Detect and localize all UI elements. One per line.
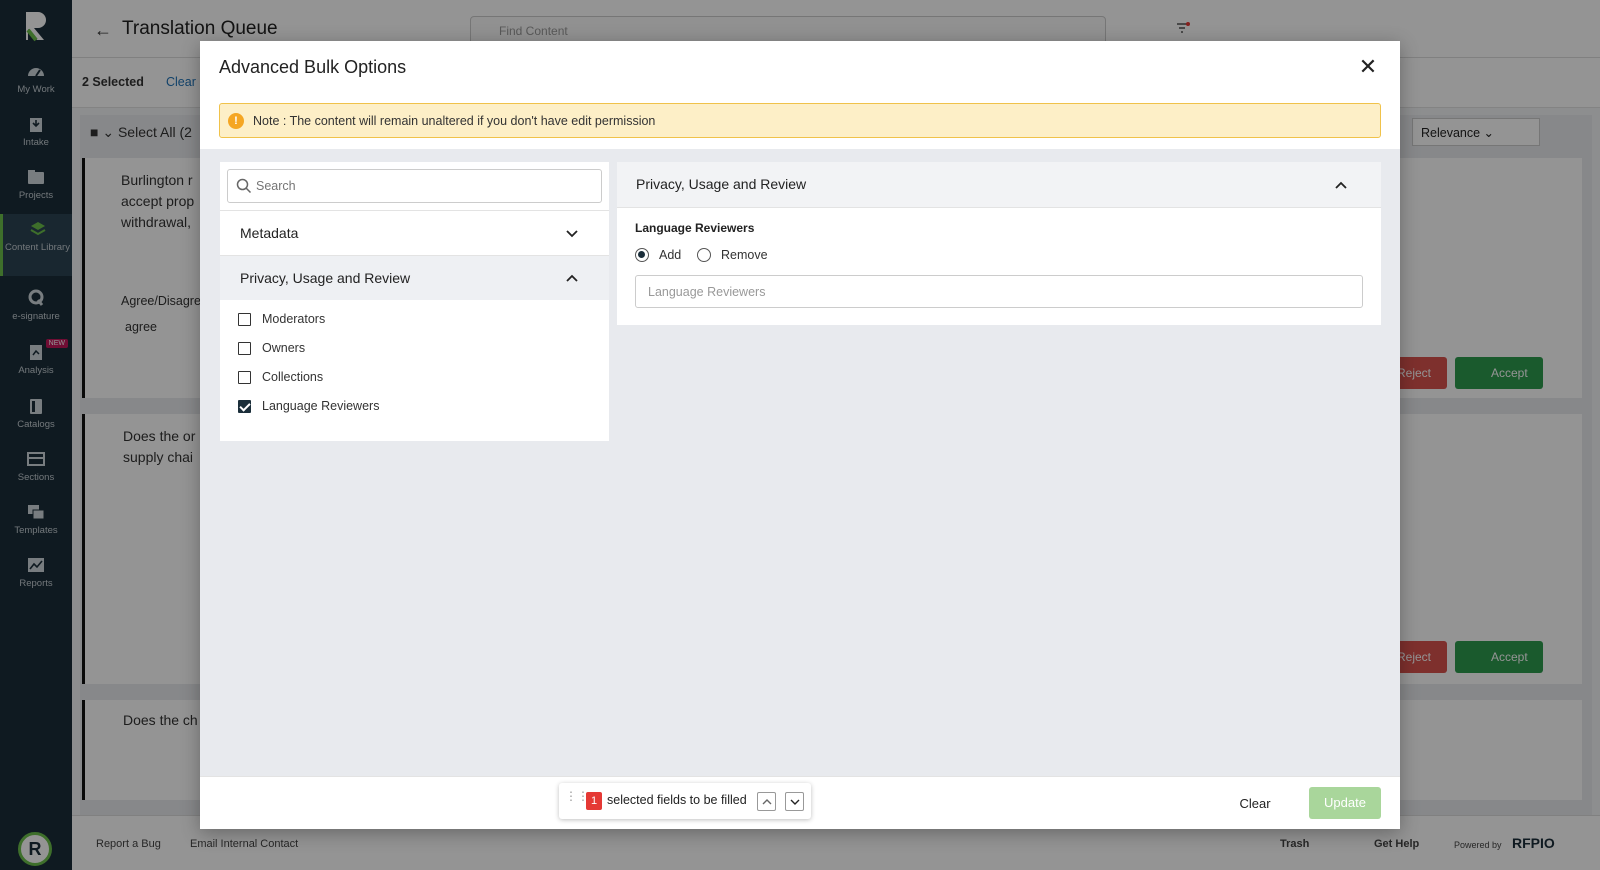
modal-title: Advanced Bulk Options — [219, 57, 407, 77]
radio-selected[interactable] — [635, 248, 649, 262]
radio[interactable] — [697, 248, 711, 262]
modal-header: Advanced Bulk Options ✕ — [200, 41, 1400, 95]
selected-fields-text: selected fields to be filled — [607, 793, 747, 807]
modal-footer: ⋮⋮ 1 selected fields to be filled Clear … — [200, 776, 1400, 829]
selected-fields-count: 1 — [586, 792, 602, 810]
section-label: Metadata — [240, 225, 299, 241]
chevron-down-icon — [790, 799, 800, 805]
checkbox[interactable] — [238, 342, 251, 355]
search-icon — [236, 178, 252, 194]
note-text: Note : The content will remain unaltered… — [253, 114, 656, 128]
clear-button[interactable]: Clear — [1230, 790, 1280, 818]
close-icon[interactable]: ✕ — [1356, 55, 1380, 79]
previous-field-button[interactable] — [757, 792, 776, 811]
next-field-button[interactable] — [785, 792, 804, 811]
section-label: Privacy, Usage and Review — [240, 270, 411, 286]
checkbox[interactable] — [238, 371, 251, 384]
language-reviewers-label: Language Reviewers — [635, 221, 755, 235]
search-input[interactable] — [256, 176, 586, 196]
chevron-up-icon — [762, 799, 772, 805]
checkbox-checked[interactable] — [238, 400, 251, 413]
info-icon: ! — [228, 113, 244, 129]
section-metadata[interactable]: Metadata — [220, 210, 609, 255]
chevron-up-icon — [566, 274, 578, 282]
advanced-bulk-options-modal: Advanced Bulk Options ✕ ! Note : The con… — [200, 41, 1400, 829]
field-detail-panel: Privacy, Usage and Review Language Revie… — [617, 162, 1381, 325]
checkbox[interactable] — [238, 313, 251, 326]
language-reviewers-input[interactable] — [635, 275, 1363, 308]
update-button[interactable]: Update — [1309, 787, 1381, 819]
section-privacy-usage-review[interactable]: Privacy, Usage and Review — [220, 255, 609, 300]
detail-section-header[interactable]: Privacy, Usage and Review — [617, 162, 1381, 208]
detail-section-title: Privacy, Usage and Review — [636, 176, 807, 192]
search-field[interactable] — [227, 169, 602, 203]
drag-handle-icon[interactable]: ⋮⋮ — [565, 790, 589, 809]
chevron-up-icon[interactable] — [1334, 178, 1348, 192]
permission-note: ! Note : The content will remain unalter… — [219, 103, 1381, 138]
field-selector-panel: Metadata Privacy, Usage and Review Moder… — [220, 162, 609, 441]
chevron-down-icon — [566, 230, 578, 238]
note-container: ! Note : The content will remain unalter… — [200, 95, 1400, 149]
selected-fields-indicator: ⋮⋮ 1 selected fields to be filled — [559, 783, 811, 819]
